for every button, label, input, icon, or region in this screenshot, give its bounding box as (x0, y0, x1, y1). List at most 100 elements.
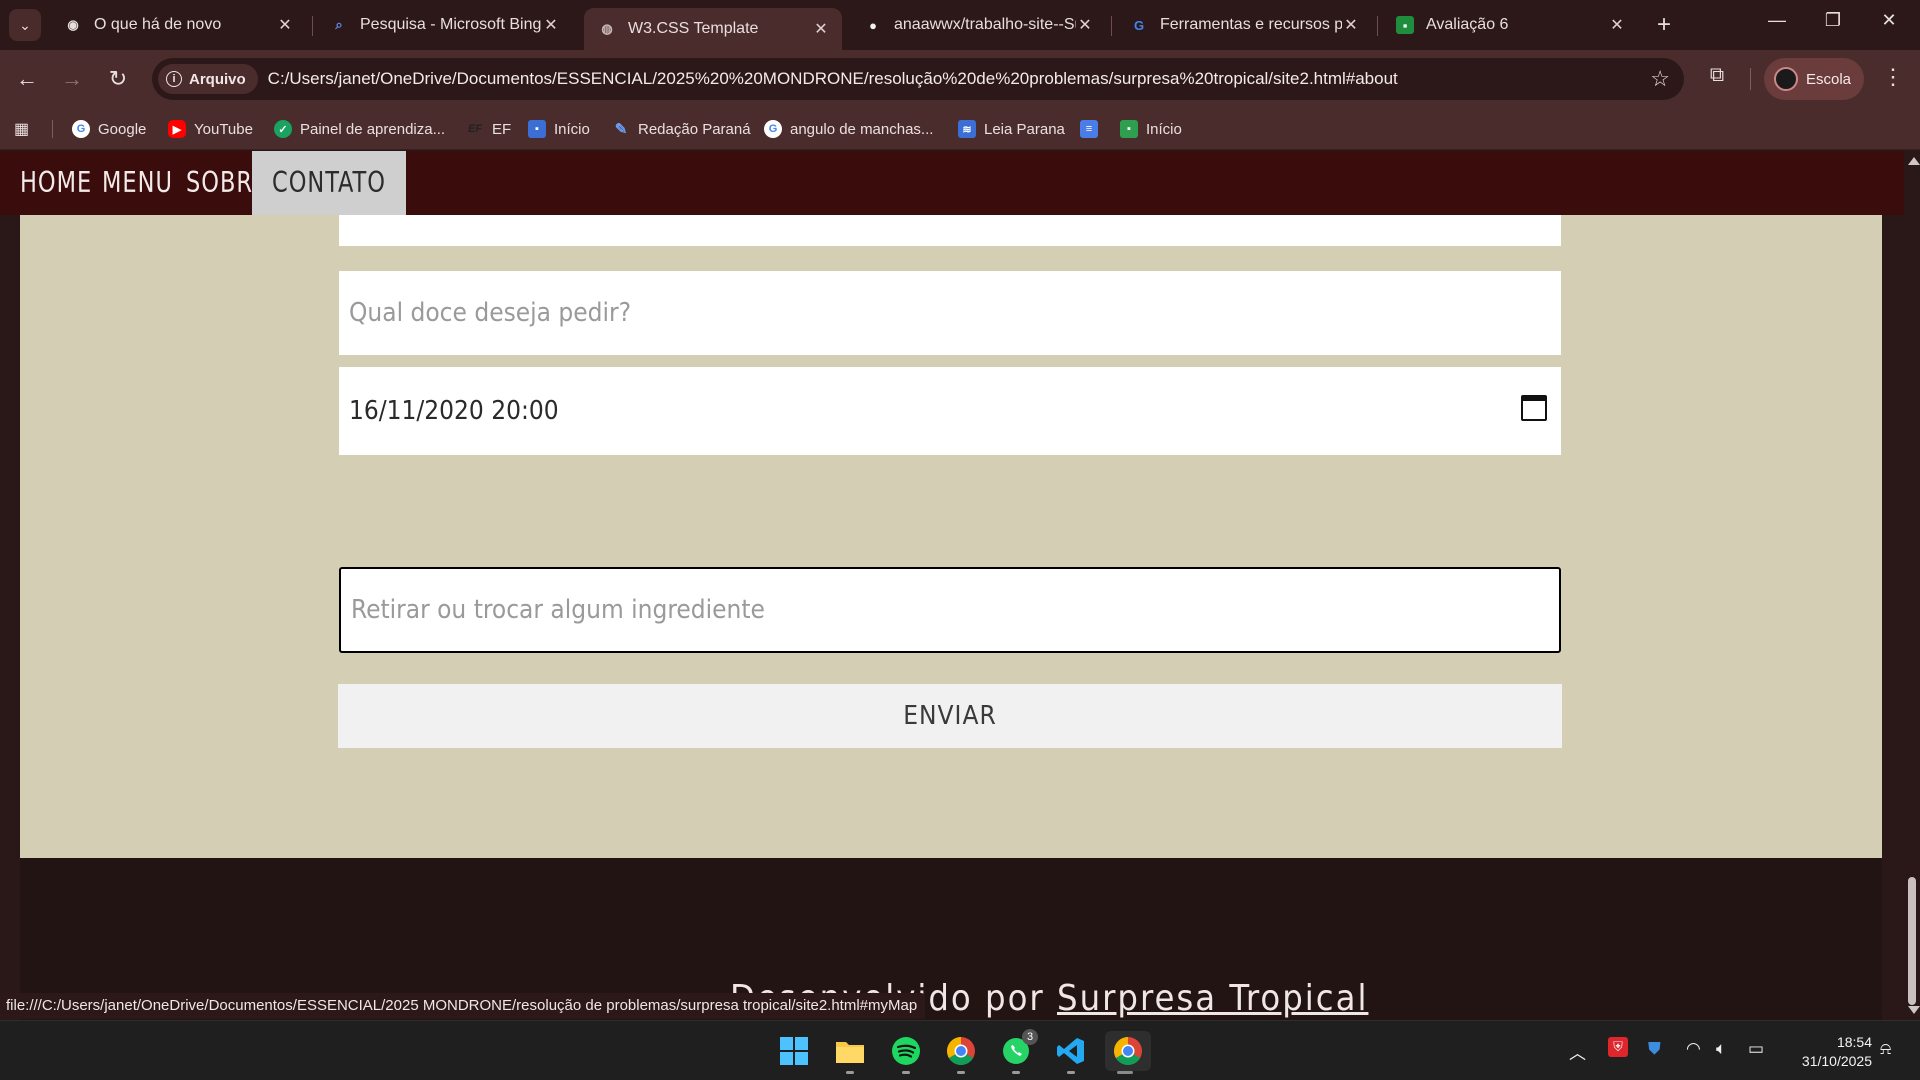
sweet-order-input[interactable]: Qual doce deseja pedir? (339, 271, 1561, 355)
nav-contato-label: CONTATO (272, 165, 386, 200)
forward-button[interactable]: → (58, 65, 86, 93)
taskbar-chrome-2[interactable] (1105, 1031, 1151, 1074)
bookmark-docs[interactable]: ≡ (1080, 118, 1106, 140)
close-icon: ✕ (1881, 10, 1897, 30)
battery-icon[interactable]: ▭ (1748, 1039, 1764, 1059)
classroom-icon: ▪ (1396, 16, 1414, 34)
clock-date: 31/10/2025 (1801, 1053, 1872, 1069)
chrome-icon (1114, 1037, 1142, 1065)
wifi-icon[interactable]: ◠ (1686, 1039, 1701, 1059)
nav-contato-link[interactable]: CONTATO (252, 151, 406, 215)
link-status-bubble: file:///C:/Users/janet/OneDrive/Document… (0, 993, 926, 1019)
bookmark-label: Redação Paraná (638, 120, 751, 138)
address-bar[interactable]: i Arquivo C:/Users/janet/OneDrive/Docume… (152, 58, 1684, 100)
page-scrollbar[interactable] (1904, 151, 1920, 1020)
reload-button[interactable]: ↻ (104, 65, 132, 93)
site-info-chip[interactable]: i Arquivo (158, 64, 258, 94)
windows-taskbar: 3 ︿ ⛨ ⛊ ◠ 🔈︎ ▭ 18:54 31/10/2025 ⍾ (0, 1020, 1920, 1080)
apps-grid-icon[interactable]: ▦ (14, 119, 34, 139)
minimize-button[interactable]: — (1757, 10, 1797, 31)
taskbar-chrome-1[interactable] (941, 1031, 981, 1074)
page-viewport: HOME MENU SOBRE CONTATO Nome Qual doce d… (0, 151, 1920, 1020)
ingredient-input[interactable]: Retirar ou trocar algum ingrediente (339, 567, 1561, 653)
taskbar-spotify[interactable] (886, 1031, 926, 1074)
system-clock[interactable]: 18:54 31/10/2025 (1784, 1033, 1872, 1071)
bookmark-painel[interactable]: ✓ Painel de aprendiza... (274, 118, 445, 140)
leia-parana-icon: ≋ (958, 120, 976, 138)
bookmark-inicio-2[interactable]: ▪ Início (1120, 118, 1182, 140)
datetime-value: 16/11/2020 20:00 (349, 396, 559, 426)
bookmark-star-icon[interactable]: ☆ (1650, 66, 1670, 92)
taskbar-whatsapp[interactable]: 3 (996, 1029, 1038, 1074)
google-icon: G (1133, 17, 1145, 33)
more-menu-button[interactable]: ⋮ (1880, 64, 1906, 90)
bookmark-google[interactable]: G Google (72, 118, 146, 140)
restore-button[interactable]: ❐ (1813, 10, 1853, 31)
scrollbar-thumb[interactable] (1908, 877, 1916, 1005)
bookmark-ef[interactable]: EF EF (466, 118, 511, 140)
volume-icon[interactable]: 🔈︎ (1716, 1039, 1726, 1059)
spotify-icon (892, 1037, 920, 1065)
close-icon[interactable]: ✕ (1076, 15, 1094, 35)
bookmark-inicio-1[interactable]: ▪ Início (528, 118, 590, 140)
chevron-up-icon[interactable]: ︿ (1569, 1039, 1586, 1064)
datetime-input[interactable]: 16/11/2020 20:00 (339, 367, 1561, 455)
tab-avaliacao[interactable]: ▪ Avaliação 6 ✕ (1382, 8, 1638, 42)
chevron-down-icon: ⌄ (19, 16, 31, 33)
back-button[interactable]: ← (13, 65, 41, 93)
close-icon[interactable]: ✕ (812, 19, 830, 39)
close-icon[interactable]: ✕ (276, 15, 294, 35)
bookmark-label: EF (492, 120, 512, 138)
notification-bell-icon[interactable]: ⍾ (1880, 1039, 1891, 1059)
send-button[interactable]: ENVIAR (338, 684, 1562, 748)
close-window-button[interactable]: ✕ (1869, 10, 1909, 31)
nav-home-link[interactable]: HOME (20, 151, 92, 220)
reload-icon: ↻ (108, 66, 128, 91)
bookmark-youtube[interactable]: ▶ YouTube (168, 118, 253, 140)
more-vertical-icon: ⋮ (1882, 64, 1904, 89)
footer-link[interactable]: Surpresa Tropical (1057, 978, 1368, 1019)
security-shield-icon[interactable]: ⛊ (1648, 1039, 1661, 1059)
nav-menu-link[interactable]: MENU (102, 151, 173, 220)
scroll-up-arrow-icon[interactable] (1908, 157, 1920, 165)
tab-whats-new[interactable]: ◉ O que há de novo ✕ (50, 8, 306, 42)
tab-title: Pesquisa - Microsoft Bing (360, 16, 542, 33)
tab-ferramentas[interactable]: G Ferramentas e recursos par ✕ (1116, 8, 1372, 42)
globe-icon: ◍ (601, 21, 613, 36)
calendar-icon[interactable] (1521, 395, 1547, 421)
scroll-down-arrow-icon[interactable] (1908, 1006, 1920, 1014)
tab-github[interactable]: ● anaawwx/trabalho-site--Su ✕ (850, 8, 1106, 42)
antivirus-tray-icon[interactable]: ⛨ (1608, 1037, 1628, 1057)
bookmark-label: Painel de aprendiza... (300, 120, 446, 138)
avatar (1774, 67, 1798, 91)
tab-bing[interactable]: ⌕ Pesquisa - Microsoft Bing ✕ (316, 8, 572, 42)
taskbar-file-explorer[interactable] (830, 1031, 870, 1074)
taskbar-vscode[interactable] (1051, 1031, 1091, 1074)
bookmark-angulo[interactable]: G angulo de manchas... (764, 118, 933, 140)
tab-w3css-template[interactable]: ◍ W3.CSS Template ✕ (584, 8, 842, 50)
plus-icon: + (1656, 11, 1671, 38)
close-icon[interactable]: ✕ (1342, 15, 1360, 35)
close-icon[interactable]: ✕ (1608, 15, 1626, 35)
windows-logo-icon (780, 1037, 808, 1065)
tab-search-button[interactable]: ⌄ (9, 9, 41, 41)
github-icon: ● (869, 17, 877, 33)
start-button[interactable] (774, 1031, 814, 1071)
bookmark-label: Google (98, 120, 147, 138)
sweet-placeholder: Qual doce deseja pedir? (349, 298, 632, 328)
site-info-label: Arquivo (189, 70, 246, 88)
running-indicator (1117, 1071, 1133, 1074)
bookmark-label: Início (554, 120, 590, 138)
extensions-icon[interactable]: ⧉ (1704, 64, 1730, 90)
classroom-icon: ▪ (1120, 120, 1138, 138)
vscode-icon (1057, 1038, 1084, 1064)
profile-button[interactable]: Escola (1764, 58, 1864, 100)
new-tab-button[interactable]: + (1650, 11, 1678, 39)
bookmark-redacao[interactable]: ✎ Redação Paraná (612, 118, 751, 140)
bookmark-leia-parana[interactable]: ≋ Leia Parana (958, 118, 1065, 140)
bookmark-label: angulo de manchas... (790, 120, 934, 138)
close-icon[interactable]: ✕ (542, 15, 560, 35)
tab-divider (1111, 16, 1112, 36)
url-text[interactable]: C:/Users/janet/OneDrive/Documentos/ESSEN… (268, 69, 1398, 89)
classroom-icon: ▪ (528, 120, 546, 138)
